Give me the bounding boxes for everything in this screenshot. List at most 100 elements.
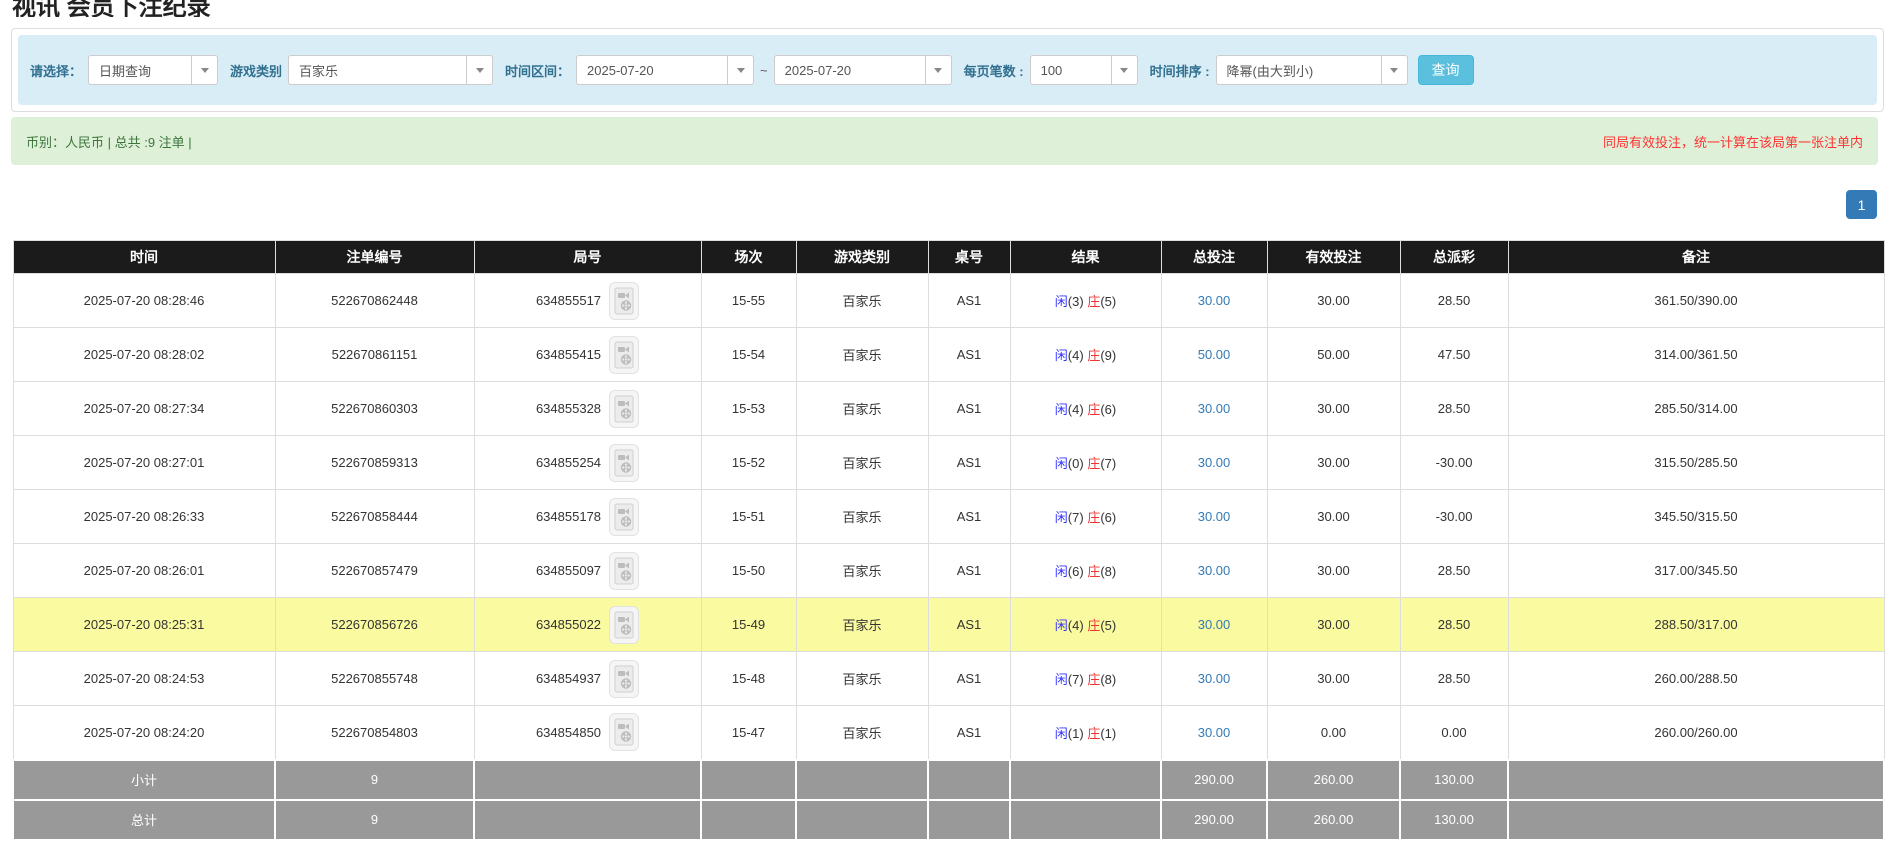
cell-time: 2025-07-20 08:24:20 [13,706,275,760]
total-bet-link[interactable]: 30.00 [1198,455,1231,470]
subtotal-row: 小计 9 290.00 260.00 130.00 [13,760,1884,800]
cell-round-id: 634855254 [474,436,701,490]
table-header-row: 时间 注单编号 局号 场次 游戏类别 桌号 结果 总投注 有效投注 总派彩 备注 [13,241,1884,274]
cell-payout: 28.50 [1400,598,1508,652]
query-type-label: 请选择： [30,61,82,80]
result-banker-score: (6) [1100,402,1116,417]
subtotal-empty [474,760,701,800]
date-from-value: 2025-07-20 [577,56,727,84]
date-to-picker[interactable]: 2025-07-20 [774,55,952,85]
valid-bet-notice-text: 同局有效投注，统一计算在该局第一张注单内 [1603,132,1863,151]
video-replay-icon[interactable] [609,444,639,482]
cell-table-no: AS1 [928,382,1010,436]
result-player-label: 闲 [1055,726,1068,741]
date-from-picker[interactable]: 2025-07-20 [576,55,754,85]
result-player-label: 闲 [1055,294,1068,309]
header-session: 场次 [701,241,796,274]
cell-total-bet: 30.00 [1161,706,1267,760]
video-replay-icon[interactable] [609,282,639,320]
result-player-score: (4) [1068,348,1084,363]
cell-game-type: 百家乐 [796,274,928,328]
total-bet-link[interactable]: 30.00 [1198,617,1231,632]
cell-result: 闲(6) 庄(8) [1010,544,1161,598]
header-game-type: 游戏类别 [796,241,928,274]
cell-game-type: 百家乐 [796,598,928,652]
total-bet-link[interactable]: 30.00 [1198,563,1231,578]
result-player-score: (6) [1068,564,1084,579]
query-type-select[interactable]: 日期查询 [88,55,218,85]
cell-result: 闲(7) 庄(6) [1010,490,1161,544]
header-table-no: 桌号 [928,241,1010,274]
cell-round-id: 634855517 [474,274,701,328]
cell-result: 闲(0) 庄(7) [1010,436,1161,490]
video-replay-icon[interactable] [609,336,639,374]
cell-session: 15-47 [701,706,796,760]
cell-note: 260.00/288.50 [1508,652,1884,706]
cell-result: 闲(4) 庄(5) [1010,598,1161,652]
cell-time: 2025-07-20 08:27:34 [13,382,275,436]
cell-session: 15-49 [701,598,796,652]
cell-result: 闲(7) 庄(8) [1010,652,1161,706]
result-banker-score: (7) [1100,456,1116,471]
cell-time: 2025-07-20 08:27:01 [13,436,275,490]
cell-bet-id: 522670858444 [275,490,474,544]
chevron-down-icon [925,56,951,84]
cell-round-id: 634855178 [474,490,701,544]
cell-game-type: 百家乐 [796,652,928,706]
query-type-value: 日期查询 [89,56,191,84]
result-player-score: (4) [1068,402,1084,417]
video-replay-icon[interactable] [609,390,639,428]
total-bet-link[interactable]: 30.00 [1198,293,1231,308]
cell-note: 317.00/345.50 [1508,544,1884,598]
cell-round-id: 634855022 [474,598,701,652]
cell-bet-id: 522670861151 [275,328,474,382]
cell-table-no: AS1 [928,598,1010,652]
result-player-label: 闲 [1055,564,1068,579]
total-empty [701,800,796,840]
video-replay-icon[interactable] [609,660,639,698]
game-type-value: 百家乐 [289,56,466,84]
total-bet-link[interactable]: 30.00 [1198,509,1231,524]
table-row: 2025-07-20 08:26:33 522670858444 6348551… [13,490,1884,544]
result-banker-label: 庄 [1087,294,1100,309]
total-bet-link[interactable]: 30.00 [1198,671,1231,686]
cell-note: 288.50/317.00 [1508,598,1884,652]
cell-payout: -30.00 [1400,436,1508,490]
subtotal-empty [701,760,796,800]
time-sort-label: 时间排序 : [1150,61,1210,80]
video-replay-icon[interactable] [609,713,639,751]
game-type-label: 游戏类别 [230,61,282,80]
time-sort-select[interactable]: 降幂(由大到小) [1216,55,1408,85]
cell-total-bet: 30.00 [1161,436,1267,490]
cell-game-type: 百家乐 [796,382,928,436]
total-valid-bet: 260.00 [1267,800,1400,840]
total-bet-link[interactable]: 50.00 [1198,347,1231,362]
total-payout: 130.00 [1400,800,1508,840]
video-replay-icon[interactable] [609,498,639,536]
cell-time: 2025-07-20 08:26:33 [13,490,275,544]
total-bet-link[interactable]: 30.00 [1198,401,1231,416]
result-banker-score: (1) [1100,726,1116,741]
result-player-label: 闲 [1055,456,1068,471]
video-replay-icon[interactable] [609,552,639,590]
page-1-button[interactable]: 1 [1846,190,1877,219]
subtotal-label: 小计 [13,760,275,800]
cell-round-id: 634855097 [474,544,701,598]
cell-time: 2025-07-20 08:26:01 [13,544,275,598]
game-type-select[interactable]: 百家乐 [288,55,493,85]
cell-payout: 28.50 [1400,382,1508,436]
page-size-select[interactable]: 100 [1030,55,1138,85]
cell-valid-bet: 0.00 [1267,706,1400,760]
search-button[interactable]: 查询 [1418,55,1474,85]
round-id-text: 634855097 [536,563,601,578]
cell-result: 闲(4) 庄(9) [1010,328,1161,382]
table-row: 2025-07-20 08:25:31 522670856726 6348550… [13,598,1884,652]
video-replay-icon[interactable] [609,606,639,644]
subtotal-empty [1508,760,1884,800]
cell-session: 15-52 [701,436,796,490]
result-player-score: (0) [1068,456,1084,471]
cell-total-bet: 30.00 [1161,544,1267,598]
total-bet-link[interactable]: 30.00 [1198,725,1231,740]
cell-valid-bet: 30.00 [1267,490,1400,544]
result-banker-label: 庄 [1087,726,1100,741]
